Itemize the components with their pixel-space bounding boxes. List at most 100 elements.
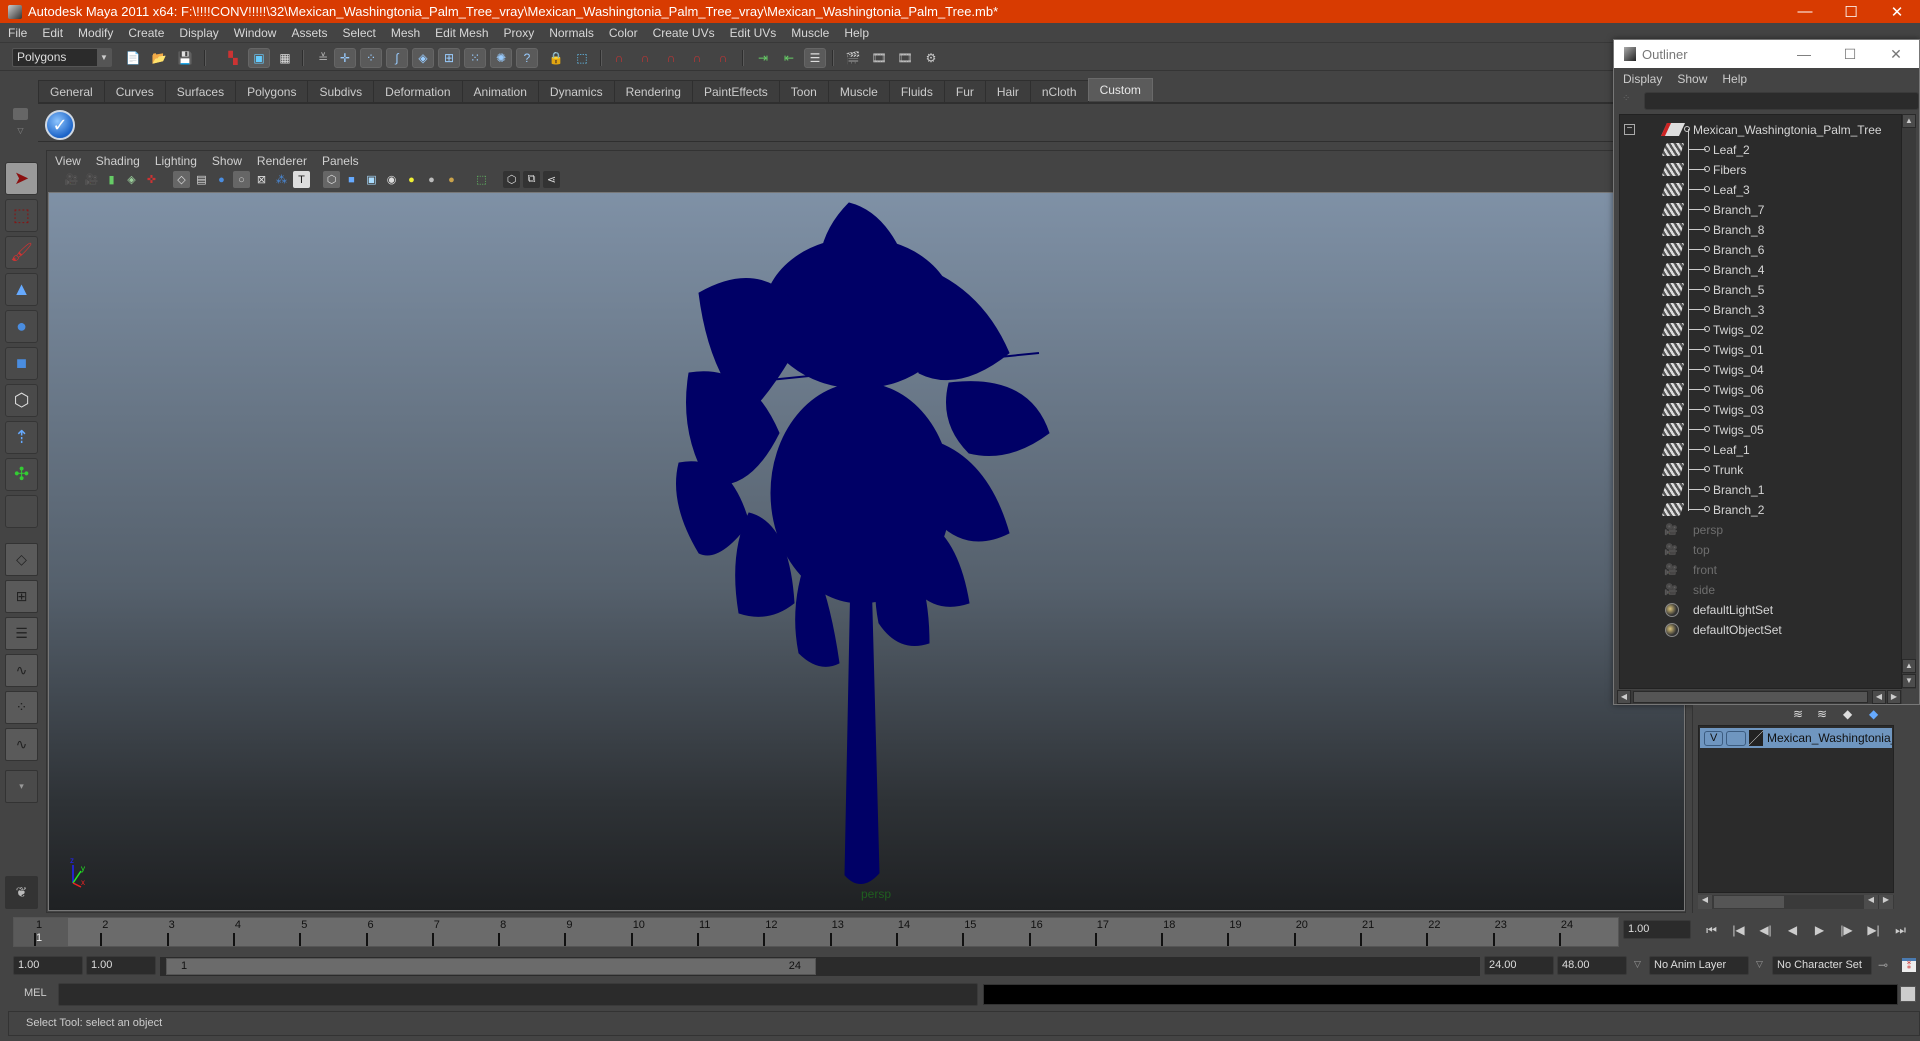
snap-uv-icon[interactable]: ⊞ — [438, 48, 460, 68]
shelf-tab-custom[interactable]: Custom — [1087, 78, 1153, 101]
scroll-left-icon[interactable]: ◀ — [1872, 690, 1886, 704]
resolution-gate-icon[interactable]: ● — [213, 171, 230, 188]
isolate-select-icon[interactable]: ⬚ — [473, 171, 490, 188]
shelf-tab-muscle[interactable]: Muscle — [827, 80, 890, 102]
time-slider-track[interactable]: 1 1 2 3 4 5 6 7 8 9 10 11 12 13 14 15 16 17 18 19 20 21 22 23 2… — [13, 917, 1619, 947]
play-backward-button[interactable]: ◀ — [1779, 920, 1806, 940]
construction-history-icon[interactable]: ☰ — [804, 48, 826, 68]
outliner-item[interactable]: Branch_3 — [1620, 300, 1900, 320]
outliner-set-item[interactable]: defaultLightSet — [1620, 600, 1900, 620]
outliner-item[interactable]: Branch_8 — [1620, 220, 1900, 240]
outliner-horizontal-scrollbar[interactable]: ◀ ◀ ▶ — [1617, 690, 1902, 704]
scroll-thumb[interactable] — [1714, 896, 1784, 908]
checkmark-icon[interactable]: ✓ — [45, 110, 75, 140]
shelf-tab-animation[interactable]: Animation — [461, 80, 539, 102]
outliner-item[interactable]: Branch_6 — [1620, 240, 1900, 260]
shelf-tab-toon[interactable]: Toon — [778, 80, 829, 102]
key-icon[interactable]: ⊸ — [1878, 958, 1888, 972]
menu-normals[interactable]: Normals — [549, 26, 594, 40]
outliner-menu-show[interactable]: Show — [1677, 72, 1707, 86]
menu-color[interactable]: Color — [609, 26, 638, 40]
snap-face-icon[interactable]: ◈ — [412, 48, 434, 68]
scroll-left-icon[interactable]: ◀ — [1617, 690, 1631, 704]
four-pane-layout-icon[interactable]: ⊞ — [5, 580, 38, 613]
safe-action-icon[interactable]: ⁂ — [273, 171, 290, 188]
use-all-lights-icon[interactable]: ● — [403, 171, 420, 188]
step-back-key-button[interactable]: |◀ — [1725, 920, 1752, 940]
outliner-item[interactable]: Twigs_05 — [1620, 420, 1900, 440]
panel-menu-renderer[interactable]: Renderer — [257, 154, 307, 168]
shelf-tab-hair[interactable]: Hair — [984, 80, 1031, 102]
gate-mask-icon[interactable]: ○ — [233, 171, 250, 188]
new-layer-icon[interactable]: ◆ — [1843, 707, 1852, 721]
outliner-item[interactable]: Twigs_03 — [1620, 400, 1900, 420]
menu-create-uvs[interactable]: Create UVs — [653, 26, 715, 40]
animation-preferences-icon[interactable]: ⁑ — [1902, 958, 1916, 972]
menu-edit[interactable]: Edit — [42, 26, 63, 40]
menu-help[interactable]: Help — [844, 26, 869, 40]
outliner-menu-help[interactable]: Help — [1722, 72, 1747, 86]
outliner-item[interactable]: Branch_5 — [1620, 280, 1900, 300]
last-tool-slot[interactable] — [5, 495, 38, 528]
scroll-thumb[interactable] — [1633, 691, 1868, 703]
shelf-tab-ncloth[interactable]: nCloth — [1029, 80, 1089, 102]
highlight-selection-icon[interactable]: ⬚ — [571, 48, 593, 68]
menu-display[interactable]: Display — [179, 26, 218, 40]
render-view-icon[interactable]: 🎬 — [842, 48, 864, 68]
safe-title-icon[interactable]: T — [293, 171, 310, 188]
panel-menu-panels[interactable]: Panels — [322, 154, 359, 168]
make-live-icon[interactable]: ∩ — [712, 48, 734, 68]
step-forward-key-button[interactable]: ▶| — [1860, 920, 1887, 940]
menu-window[interactable]: Window — [234, 26, 277, 40]
single-pane-layout-icon[interactable]: ◇ — [5, 543, 38, 576]
outliner-camera-item[interactable]: 🎥 side — [1620, 580, 1900, 600]
shelf-options-icon[interactable]: ▽ — [13, 126, 28, 136]
minimize-button[interactable]: — — [1782, 0, 1828, 23]
filter-icon[interactable]: ≚ — [312, 48, 334, 68]
end-time-field[interactable]: 48.00 — [1557, 956, 1627, 975]
move-tool-icon[interactable]: ▲ — [5, 273, 38, 306]
outliner-item[interactable]: Leaf_2 — [1620, 140, 1900, 160]
wireframe-icon[interactable]: ⬡ — [323, 171, 340, 188]
panel-menu-shading[interactable]: Shading — [96, 154, 140, 168]
scroll-right-icon[interactable]: ▶ — [1879, 895, 1893, 909]
snap-curve-icon[interactable]: ∩ — [634, 48, 656, 68]
step-forward-frame-button[interactable]: |▶ — [1833, 920, 1860, 940]
snap-vertex-icon[interactable]: ⁘ — [360, 48, 382, 68]
field-chart-icon[interactable]: ⊠ — [253, 171, 270, 188]
shelf-tab-fluids[interactable]: Fluids — [888, 80, 945, 102]
move-layer-down-icon[interactable]: ≋ — [1817, 707, 1827, 721]
shelf-tab-curves[interactable]: Curves — [103, 80, 166, 102]
select-tool-icon[interactable]: ➤ — [5, 162, 38, 195]
soft-mod-tool-icon[interactable]: ⇡ — [5, 421, 38, 454]
outliner-minimize-button[interactable]: — — [1781, 40, 1827, 68]
shelf-tab-deformation[interactable]: Deformation — [373, 80, 463, 102]
snap-view-plane-icon[interactable]: ∩ — [686, 48, 708, 68]
ipr-render-icon[interactable]: 🎞 — [894, 48, 916, 68]
outliner-item[interactable]: Twigs_01 — [1620, 340, 1900, 360]
select-camera-icon[interactable]: 🎥 — [63, 171, 80, 188]
outliner-maximize-button[interactable]: ☐ — [1827, 40, 1873, 68]
scroll-left-icon[interactable]: ◀ — [1864, 895, 1878, 909]
shelf-tab-dynamics[interactable]: Dynamics — [537, 80, 615, 102]
scroll-left-icon[interactable]: ◀ — [1698, 895, 1712, 909]
outliner-item[interactable]: Branch_1 — [1620, 480, 1900, 500]
outliner-item[interactable]: Leaf_1 — [1620, 440, 1900, 460]
menu-mesh[interactable]: Mesh — [391, 26, 420, 40]
hypershade-persp-layout-icon[interactable]: ⁘ — [5, 691, 38, 724]
scale-tool-icon[interactable]: ■ — [5, 347, 38, 380]
bookmarks-icon[interactable]: ▮ — [103, 171, 120, 188]
layer-color-swatch[interactable] — [1748, 730, 1764, 746]
3d-viewport[interactable]: z y x persp — [48, 192, 1685, 911]
snap-edge-icon[interactable]: ∫ — [386, 48, 408, 68]
shelf-menu-icon[interactable] — [13, 108, 28, 120]
persp-graph-hypergraph-layout-icon[interactable]: ∿ — [5, 728, 38, 761]
filter-icon[interactable]: ⁘ — [1622, 93, 1636, 107]
save-scene-icon[interactable]: 💾 — [174, 48, 196, 68]
shelf-tab-painteffects[interactable]: PaintEffects — [691, 80, 780, 102]
scroll-up-icon[interactable]: ▲ — [1902, 114, 1916, 128]
mel-input[interactable] — [58, 983, 978, 1006]
grid-toggle-icon[interactable]: ◇ — [173, 171, 190, 188]
move-layer-up-icon[interactable]: ≋ — [1793, 707, 1803, 721]
shadows-icon[interactable]: ● — [423, 171, 440, 188]
